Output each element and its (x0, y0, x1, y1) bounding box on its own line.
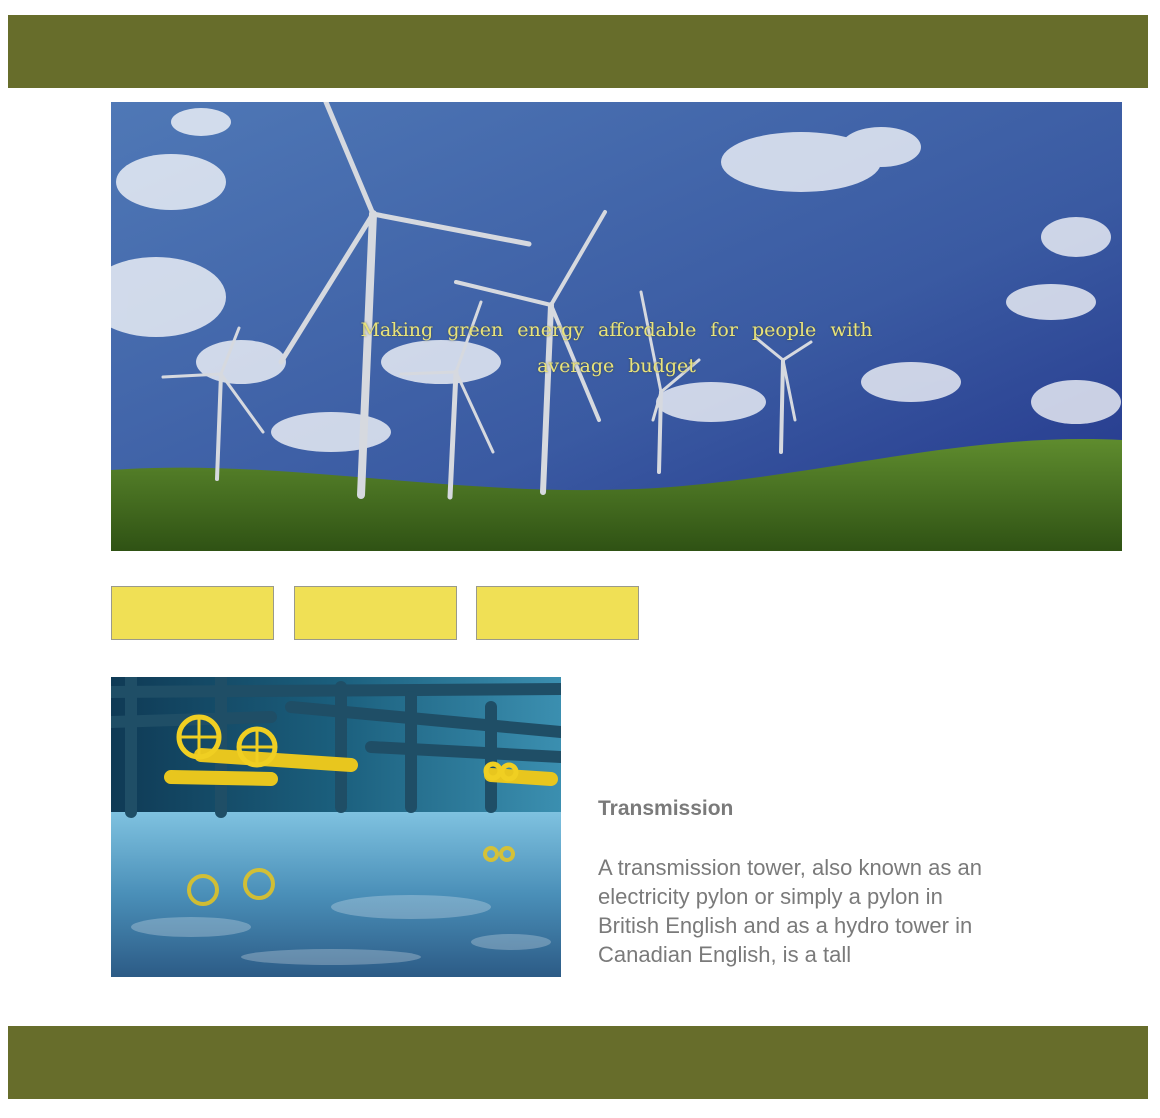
article-body: A transmission tower, also known as an e… (598, 855, 982, 967)
header-bar (8, 15, 1148, 88)
feature-tile-2[interactable] (294, 586, 457, 640)
feature-tile-3[interactable] (476, 586, 639, 640)
industrial-pipes-image (111, 677, 561, 977)
hero-banner: Making green energy affordable for peopl… (111, 102, 1122, 551)
footer-bar (8, 1026, 1148, 1099)
article-image (111, 677, 561, 977)
article-title: Transmission (598, 797, 734, 820)
hero-tagline: Making green energy affordable for peopl… (360, 319, 873, 377)
feature-tile-1[interactable] (111, 586, 274, 640)
article-section: Transmission A transmission tower, also … (598, 795, 1008, 969)
